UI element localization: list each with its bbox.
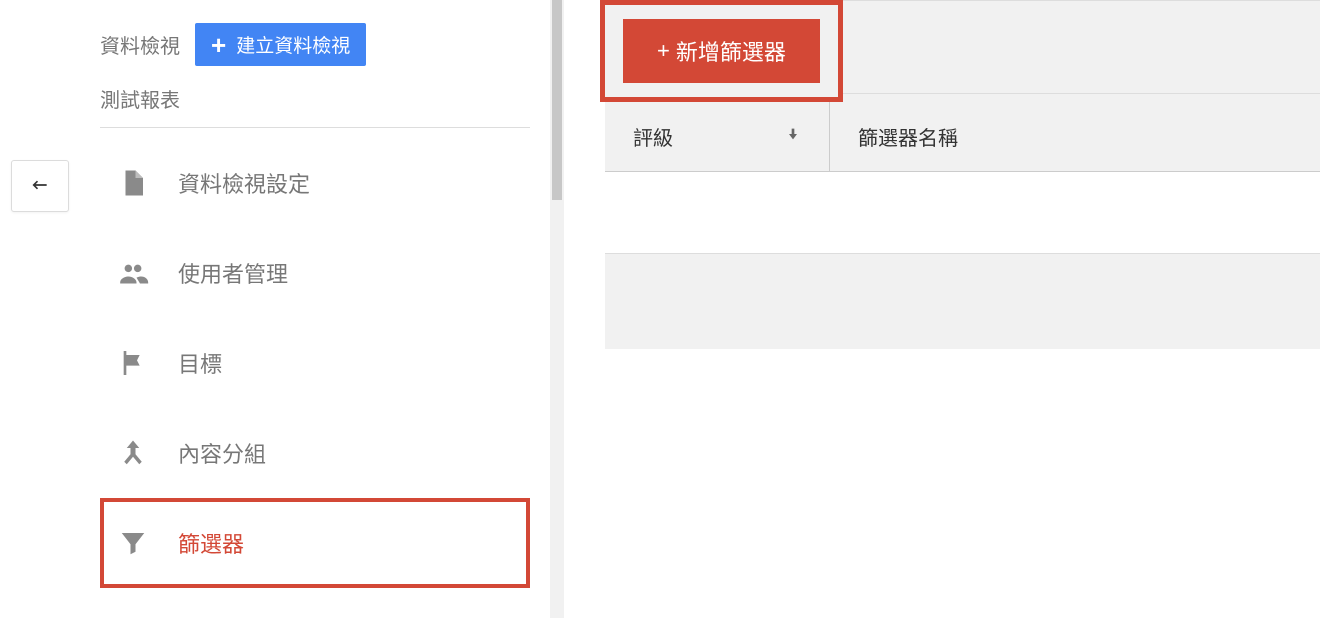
nav-label: 篩選器 bbox=[178, 527, 244, 559]
nav-item-goals[interactable]: 目標 bbox=[100, 318, 530, 408]
nav-label: 使用者管理 bbox=[178, 257, 288, 289]
column-label: 篩選器名稱 bbox=[858, 122, 958, 151]
sidebar: 資料檢視 + 建立資料檢視 測試報表 資料檢視設定 使用者管理 bbox=[0, 0, 550, 618]
nav-list: 資料檢視設定 使用者管理 目標 內容分組 bbox=[100, 138, 530, 588]
table-header: 評級 篩選器名稱 bbox=[605, 102, 1320, 172]
table-body bbox=[605, 172, 1320, 254]
table-row bbox=[605, 172, 1320, 254]
users-icon bbox=[116, 256, 150, 290]
filter-icon bbox=[116, 526, 150, 560]
view-label: 資料檢視 bbox=[100, 30, 180, 59]
column-header-name[interactable]: 篩選器名稱 bbox=[830, 102, 1320, 171]
toolbar: + 新增篩選器 bbox=[605, 0, 1320, 102]
column-header-rank[interactable]: 評級 bbox=[605, 102, 830, 171]
nav-item-filters[interactable]: 篩選器 bbox=[100, 498, 530, 588]
toolbar-spacer bbox=[843, 0, 1320, 94]
table-footer bbox=[605, 254, 1320, 349]
nav-item-content-grouping[interactable]: 內容分組 bbox=[100, 408, 530, 498]
main-content: + 新增篩選器 評級 篩選器名稱 bbox=[605, 0, 1320, 349]
sort-down-icon bbox=[785, 125, 801, 148]
plus-icon: + bbox=[657, 38, 670, 64]
vertical-scrollbar[interactable] bbox=[550, 0, 564, 618]
add-filter-button[interactable]: + 新增篩選器 bbox=[623, 19, 820, 83]
flag-icon bbox=[116, 346, 150, 380]
add-filter-label: 新增篩選器 bbox=[676, 35, 786, 67]
sidebar-subheader: 測試報表 bbox=[100, 84, 530, 128]
back-button[interactable] bbox=[11, 160, 69, 212]
nav-label: 內容分組 bbox=[178, 437, 266, 469]
plus-icon: + bbox=[211, 32, 226, 58]
toolbar-highlight: + 新增篩選器 bbox=[600, 0, 843, 102]
sidebar-content: 資料檢視 + 建立資料檢視 測試報表 資料檢視設定 使用者管理 bbox=[100, 23, 530, 588]
back-arrow-icon bbox=[27, 175, 53, 198]
create-view-button[interactable]: + 建立資料檢視 bbox=[195, 23, 366, 66]
filters-table: 評級 篩選器名稱 bbox=[605, 102, 1320, 349]
nav-label: 目標 bbox=[178, 347, 222, 379]
column-label: 評級 bbox=[633, 122, 673, 151]
nav-label: 資料檢視設定 bbox=[178, 167, 310, 199]
file-icon bbox=[116, 166, 150, 200]
nav-item-view-settings[interactable]: 資料檢視設定 bbox=[100, 138, 530, 228]
create-view-label: 建立資料檢視 bbox=[236, 31, 350, 58]
merge-icon bbox=[116, 436, 150, 470]
sidebar-header: 資料檢視 + 建立資料檢視 bbox=[100, 23, 530, 66]
scrollbar-thumb[interactable] bbox=[552, 0, 562, 200]
nav-item-user-management[interactable]: 使用者管理 bbox=[100, 228, 530, 318]
